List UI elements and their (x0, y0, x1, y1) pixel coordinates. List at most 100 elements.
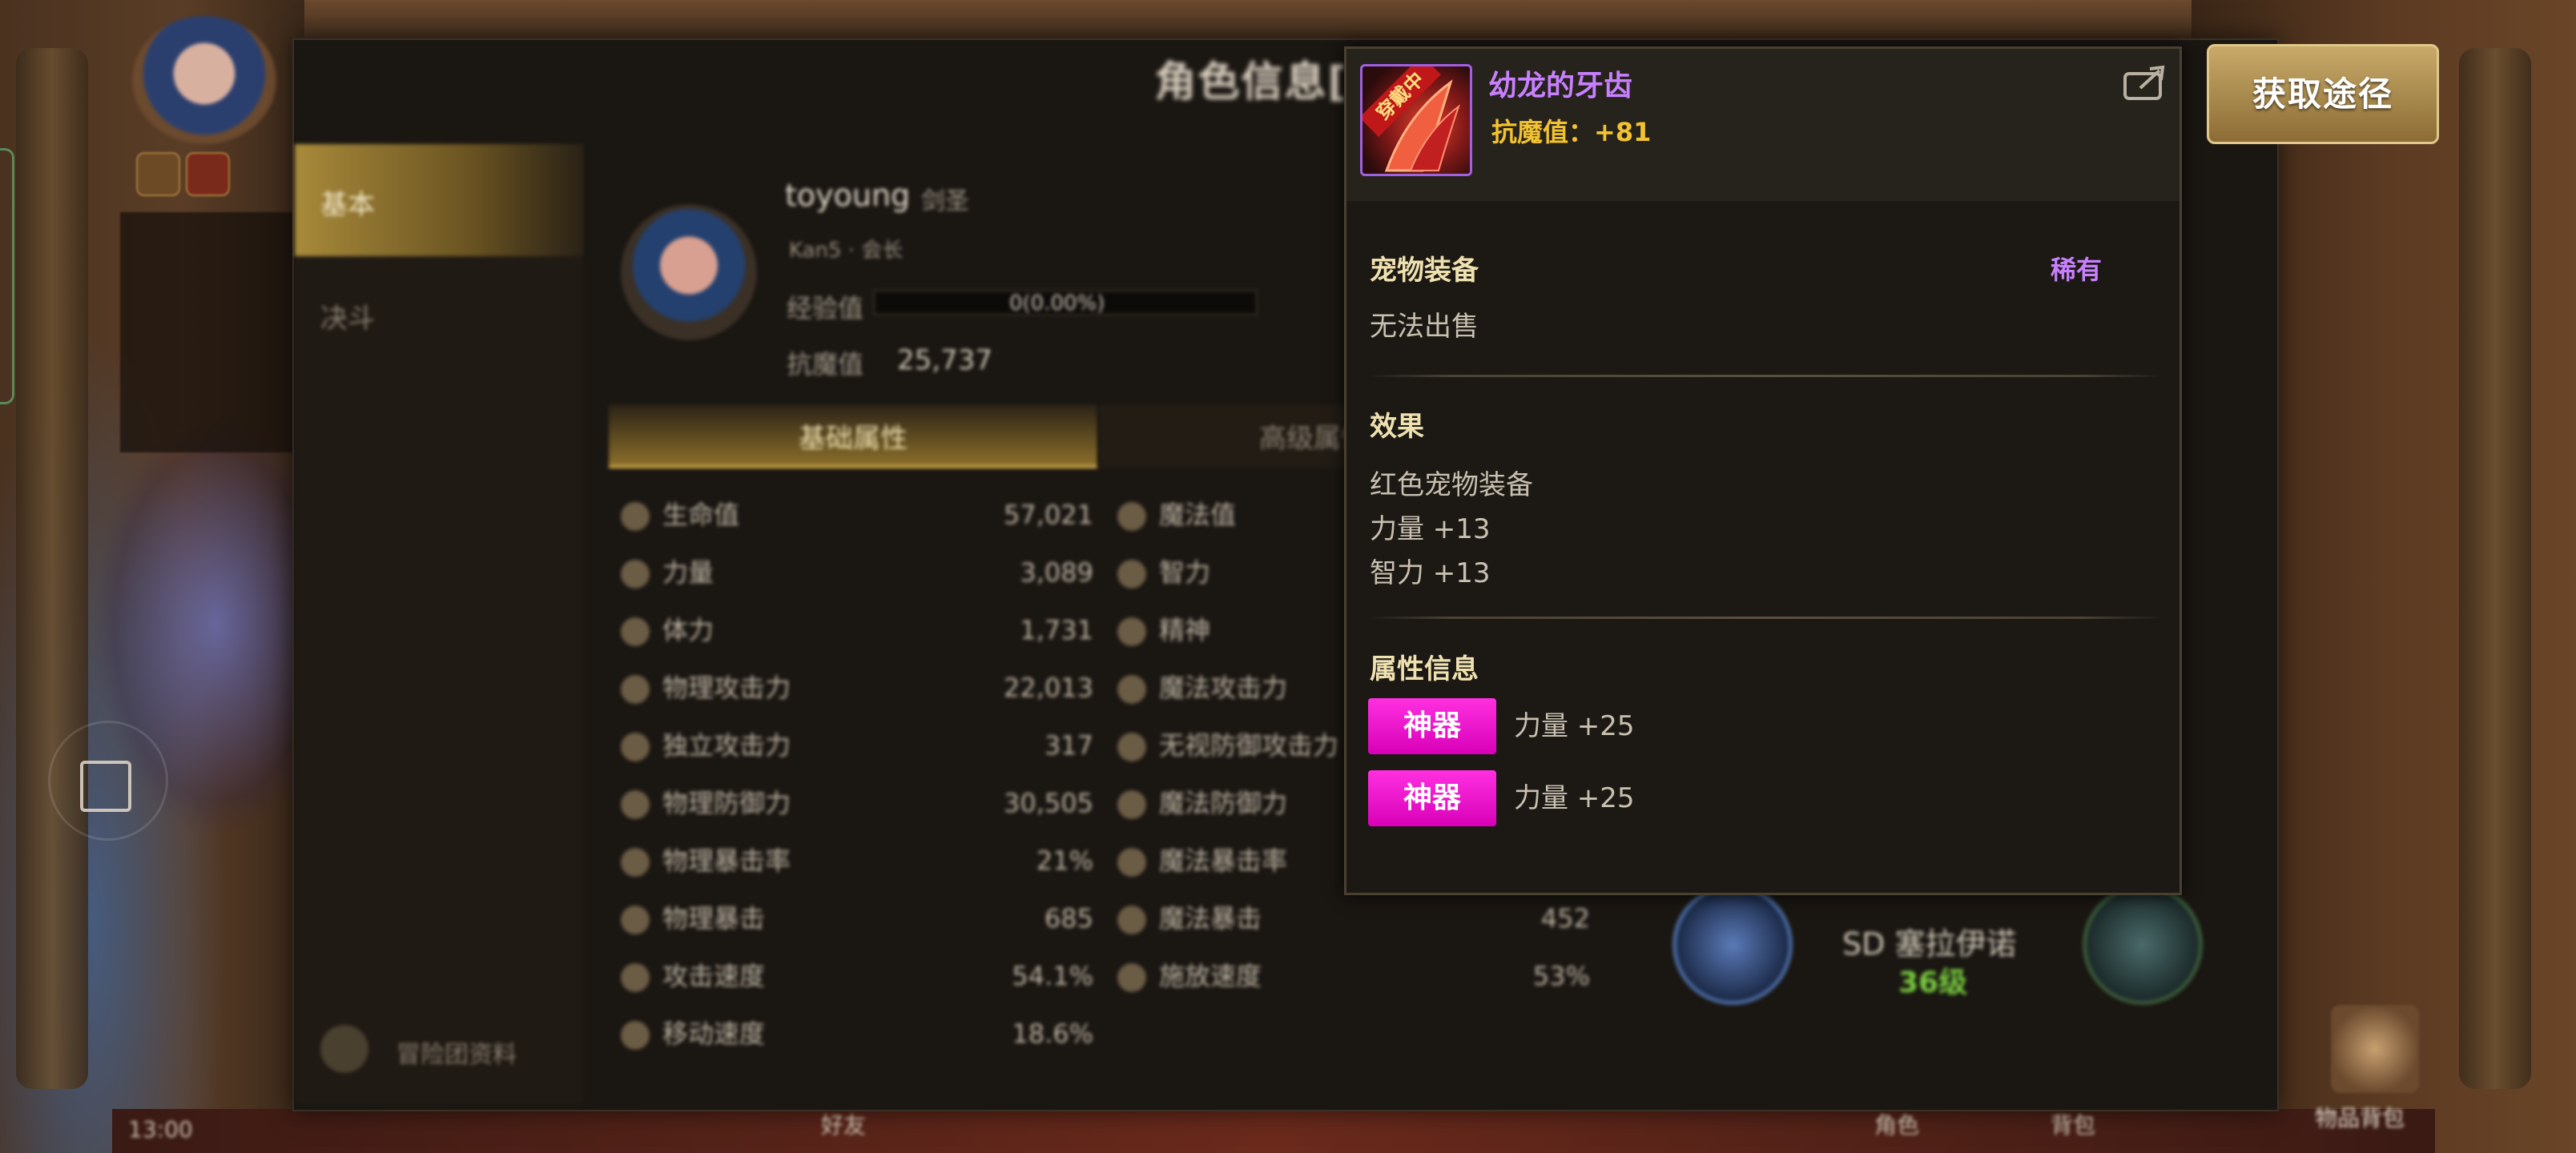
divider (1370, 375, 2163, 377)
stat-row: 体力 1,731 (621, 601, 1093, 659)
stat-label: 物理防御力 (662, 788, 791, 818)
stat-row: 物理暴击 685 (621, 890, 1093, 947)
stat-value: 3,089 (1020, 557, 1093, 588)
dialog-sidebar (295, 144, 583, 1105)
effect-line: 力量 +13 (1370, 513, 1491, 545)
stat-row: 魔法暴击 452 (1117, 890, 1590, 947)
bottom-menu-inventory[interactable]: 物品背包 (2315, 1101, 2405, 1133)
bottom-menu-character[interactable]: 角色 (1874, 1108, 1919, 1140)
item-sell-status: 无法出售 (1370, 311, 1479, 343)
player-avatar[interactable] (132, 16, 276, 144)
attack-speed-icon (621, 963, 650, 992)
stat-label: 魔法暴击 (1159, 903, 1262, 934)
stat-label: 魔法暴击率 (1159, 846, 1288, 876)
artifact-attribute: 力量 +25 (1514, 782, 1635, 814)
pet-level: 36级 (1898, 966, 1968, 999)
sidebar-footer-link[interactable]: 冒险团资料 (396, 1034, 517, 1070)
stat-value: 30,505 (1004, 788, 1093, 818)
stamina-icon (621, 617, 650, 646)
background-column (16, 48, 88, 1089)
stat-label: 移动速度 (662, 1018, 766, 1049)
crit-icon (621, 906, 650, 934)
sword-icon (621, 675, 650, 704)
stat-value: 21% (1036, 846, 1093, 876)
magic-attack-icon (1117, 675, 1146, 704)
ignore-defense-icon (1117, 733, 1146, 761)
artifact-attribute: 力量 +25 (1514, 710, 1635, 742)
quest-panel[interactable] (120, 212, 304, 452)
crit-rate-icon (621, 848, 650, 877)
inventory-bag-icon[interactable] (2331, 1005, 2419, 1093)
adventure-team-icon (320, 1025, 368, 1073)
pet-name: SD 塞拉伊诺 (1842, 926, 2017, 962)
stat-label: 独立攻击力 (662, 730, 791, 761)
stats-left-list: 生命值 57,021 力量 3,089 体力 1,731 物理攻击力 22,013 独立… (621, 486, 1093, 1063)
artifact-tag: 神器 (1368, 698, 1496, 754)
pet-slot-icon[interactable] (2083, 885, 2203, 1005)
stat-value: 54.1% (1012, 961, 1093, 991)
move-speed-icon (621, 1021, 650, 1050)
stat-label: 魔法防御力 (1159, 788, 1288, 818)
divider (1370, 617, 2163, 619)
sidebar-item-label: 基本 (320, 189, 375, 221)
stat-row: 物理攻击力 22,013 (621, 659, 1093, 717)
profile-name: toyoung (785, 178, 911, 213)
item-resist-value: 抗魔值：+81 (1491, 117, 1652, 147)
stat-row: 力量 3,089 (621, 544, 1093, 601)
sidebar-item-duel[interactable]: 决斗 (320, 296, 375, 335)
stat-label: 体力 (662, 615, 714, 645)
item-rarity: 稀有 (2051, 255, 2103, 285)
exp-value: 0(0.00%) (1009, 291, 1105, 315)
stat-value: 685 (1044, 903, 1093, 934)
exp-label: 经验值 (787, 293, 864, 323)
strength-icon (621, 560, 650, 589)
magic-defense-icon (1117, 790, 1146, 819)
acquire-route-button[interactable]: 获取途径 (2207, 44, 2439, 144)
stat-label: 智力 (1159, 557, 1211, 588)
stat-label: 施放速度 (1159, 961, 1262, 991)
stat-label: 生命值 (662, 500, 740, 530)
stat-label: 精神 (1159, 615, 1211, 645)
stat-label: 物理攻击力 (662, 673, 791, 703)
pet-wing-icon[interactable] (1672, 885, 1793, 1005)
stat-row: 施放速度 53% (1117, 947, 1590, 1005)
stat-value: 18.6% (1012, 1018, 1093, 1049)
profile-avatar (621, 204, 757, 340)
stat-value: 317 (1044, 730, 1093, 761)
item-name: 幼龙的牙齿 (1488, 70, 1633, 102)
buff-icon[interactable] (186, 152, 230, 196)
independent-attack-icon (621, 733, 650, 761)
share-icon[interactable] (2123, 64, 2167, 101)
spirit-icon (1117, 617, 1146, 646)
stat-label: 攻击速度 (662, 961, 766, 991)
stat-value: 57,021 (1004, 500, 1093, 530)
select-square-icon[interactable] (80, 761, 131, 812)
profile-subline: Kan5 · 会长 (789, 239, 904, 263)
stat-value: 22,013 (1004, 673, 1093, 703)
magic-crit-icon (1117, 906, 1146, 934)
effect-title: 效果 (1370, 411, 1424, 443)
stat-label: 力量 (662, 557, 714, 588)
stat-label: 魔法攻击力 (1159, 673, 1288, 703)
resist-value: 25,737 (897, 344, 992, 376)
profile-class: 剑圣 (921, 187, 969, 215)
stat-row: 攻击速度 54.1% (621, 947, 1093, 1005)
resist-label: 抗魔值 (787, 349, 864, 380)
bottom-menu-bag[interactable]: 背包 (2051, 1108, 2095, 1140)
stat-label: 物理暴击率 (662, 846, 791, 876)
magic-crit-rate-icon (1117, 848, 1146, 877)
hp-icon (621, 502, 650, 531)
item-category: 宠物装备 (1370, 255, 1479, 287)
stat-row: 生命值 57,021 (621, 486, 1093, 544)
dragon-tooth-icon: 穿戴中 (1360, 64, 1472, 176)
stat-value: 452 (1540, 903, 1590, 934)
background-column (2459, 48, 2531, 1089)
stat-value: 53% (1532, 961, 1590, 991)
bottom-menu-friends[interactable]: 好友 (821, 1108, 866, 1140)
edge-handle[interactable] (0, 148, 14, 404)
artifact-tag: 神器 (1368, 770, 1496, 826)
tab-label: 基础属性 (799, 423, 908, 455)
intelligence-icon (1117, 560, 1146, 589)
stat-row: 物理暴击率 21% (621, 832, 1093, 890)
buff-icon[interactable] (136, 152, 180, 196)
